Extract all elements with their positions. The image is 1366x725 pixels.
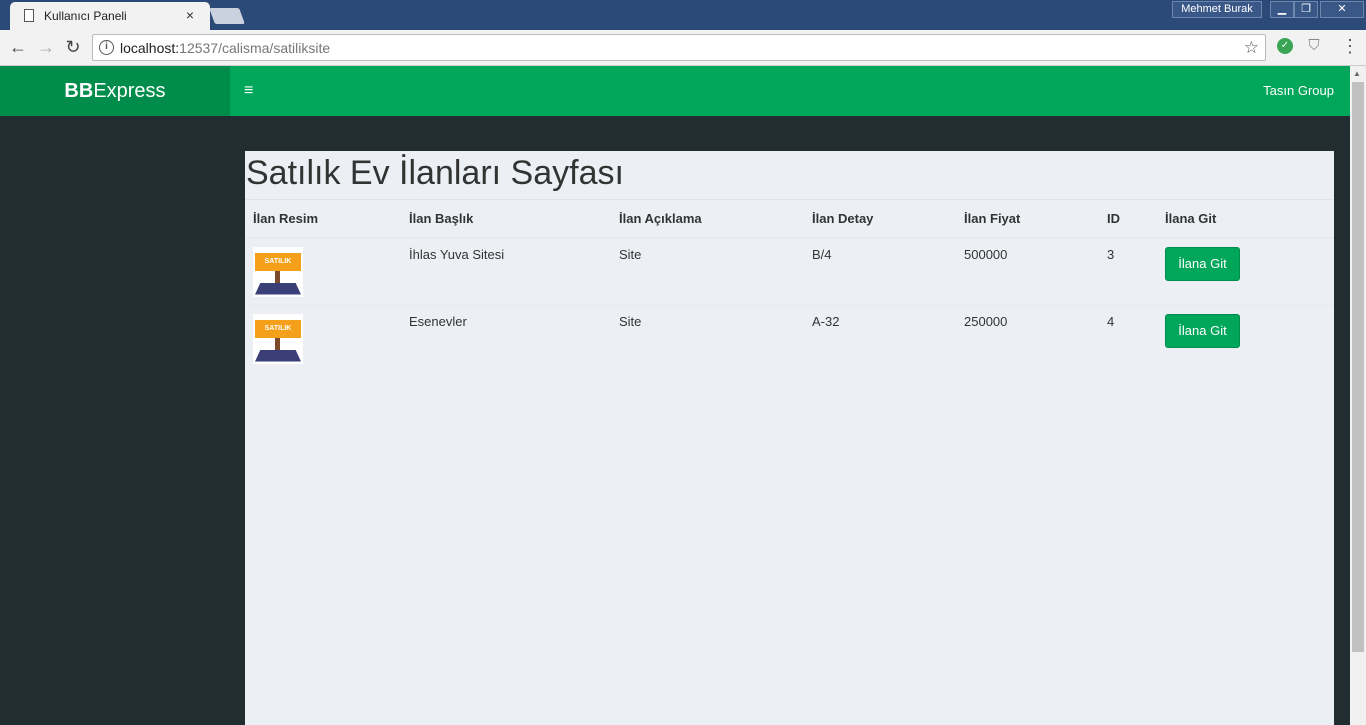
sign-text: SATILIK [255, 252, 301, 271]
listing-image: SATILIK [253, 246, 303, 297]
browser-toolbar: ← → ↻ i localhost:12537/calisma/satiliks… [0, 30, 1366, 66]
sidebar-toggle-icon[interactable]: ≡ [244, 82, 253, 100]
bookmark-star-icon[interactable]: ☆ [1244, 38, 1259, 58]
address-bar[interactable]: i localhost:12537/calisma/satiliksite ☆ [92, 34, 1266, 61]
image-cell: SATILIK [245, 237, 401, 305]
column-header: İlan Açıklama [611, 199, 804, 239]
page-title: Satılık Ev İlanları Sayfası [246, 154, 624, 192]
logo-rest: Express [93, 80, 166, 102]
tab-close-icon[interactable]: × [182, 7, 198, 23]
tab-title: Kullanıcı Paneli [44, 9, 127, 23]
app-header: BBExpress ≡ Tasın Group [0, 66, 1350, 116]
url-path: 12537/calisma/satiliksite [179, 40, 331, 56]
listing-price: 500000 [956, 237, 1099, 305]
browser-titlebar: Kullanıcı Paneli × Mehmet Burak ▁ ❐ ✕ [0, 0, 1366, 30]
column-header: İlan Detay [804, 199, 956, 239]
scroll-up-icon[interactable]: ▲ [1353, 69, 1361, 78]
listing-title: Esenevler [401, 304, 611, 372]
table-header-row: İlan Resim İlan Başlık İlan Açıklama İla… [245, 199, 1334, 239]
image-cell: SATILIK [245, 304, 401, 372]
url-text[interactable]: localhost:12537/calisma/satiliksite [120, 40, 330, 56]
column-header: İlan Fiyat [956, 199, 1099, 239]
site-info-icon[interactable]: i [99, 40, 114, 55]
forward-arrow-icon[interactable]: → [35, 37, 57, 57]
listing-description: Site [611, 237, 804, 305]
main-content: Satılık Ev İlanları Sayfası İlan Resim İ… [245, 151, 1334, 725]
action-cell: İlana Git [1157, 304, 1334, 372]
sign-pole [275, 270, 280, 285]
back-arrow-icon[interactable]: ← [7, 37, 29, 57]
column-header: ID [1099, 199, 1157, 239]
page-scrollbar[interactable]: ▲ [1350, 66, 1366, 725]
reload-icon[interactable]: ↻ [62, 37, 84, 57]
minimize-button[interactable]: ▁ [1270, 1, 1294, 18]
listing-description: Site [611, 304, 804, 372]
page-icon [24, 9, 34, 22]
listing-detail: A-32 [804, 304, 956, 372]
browser-tab[interactable]: Kullanıcı Paneli × [10, 2, 210, 30]
listings-table: İlan Resim İlan Başlık İlan Açıklama İla… [245, 199, 1334, 372]
listing-title: İhlas Yuva Sitesi [401, 237, 611, 305]
browser-menu-icon[interactable]: ⋮ [1341, 36, 1359, 57]
table-row: SATILIK İhlas Yuva Sitesi Site B/4 50000… [245, 237, 1334, 305]
column-header: İlan Başlık [401, 199, 611, 239]
listing-price: 250000 [956, 304, 1099, 372]
sign-base [255, 349, 301, 362]
table-row: SATILIK Esenevler Site A-32 250000 4 İla… [245, 304, 1334, 372]
listing-image: SATILIK [253, 313, 303, 364]
group-menu[interactable]: Tasın Group [1263, 83, 1334, 98]
listing-id: 4 [1099, 304, 1157, 372]
sign-base [255, 282, 301, 295]
extension-check-icon[interactable]: ✓ [1277, 38, 1293, 54]
sign-pole [275, 337, 280, 352]
url-host: localhost: [120, 40, 180, 56]
sign-text: SATILIK [255, 319, 301, 338]
profile-button[interactable]: Mehmet Burak [1172, 1, 1262, 18]
close-window-button[interactable]: ✕ [1320, 1, 1364, 18]
go-to-listing-button[interactable]: İlana Git [1165, 313, 1240, 348]
logo-bold: BB [64, 80, 94, 102]
new-tab-button[interactable] [209, 8, 245, 24]
column-header: İlana Git [1157, 199, 1334, 239]
listing-id: 3 [1099, 237, 1157, 305]
listing-detail: B/4 [804, 237, 956, 305]
action-cell: İlana Git [1157, 237, 1334, 305]
maximize-button[interactable]: ❐ [1294, 1, 1318, 18]
scroll-thumb[interactable] [1352, 82, 1364, 652]
app-logo[interactable]: BBExpress [0, 66, 230, 116]
column-header: İlan Resim [245, 199, 401, 239]
extension-shield-icon[interactable]: ⛉ [1306, 37, 1322, 55]
go-to-listing-button[interactable]: İlana Git [1165, 246, 1240, 281]
